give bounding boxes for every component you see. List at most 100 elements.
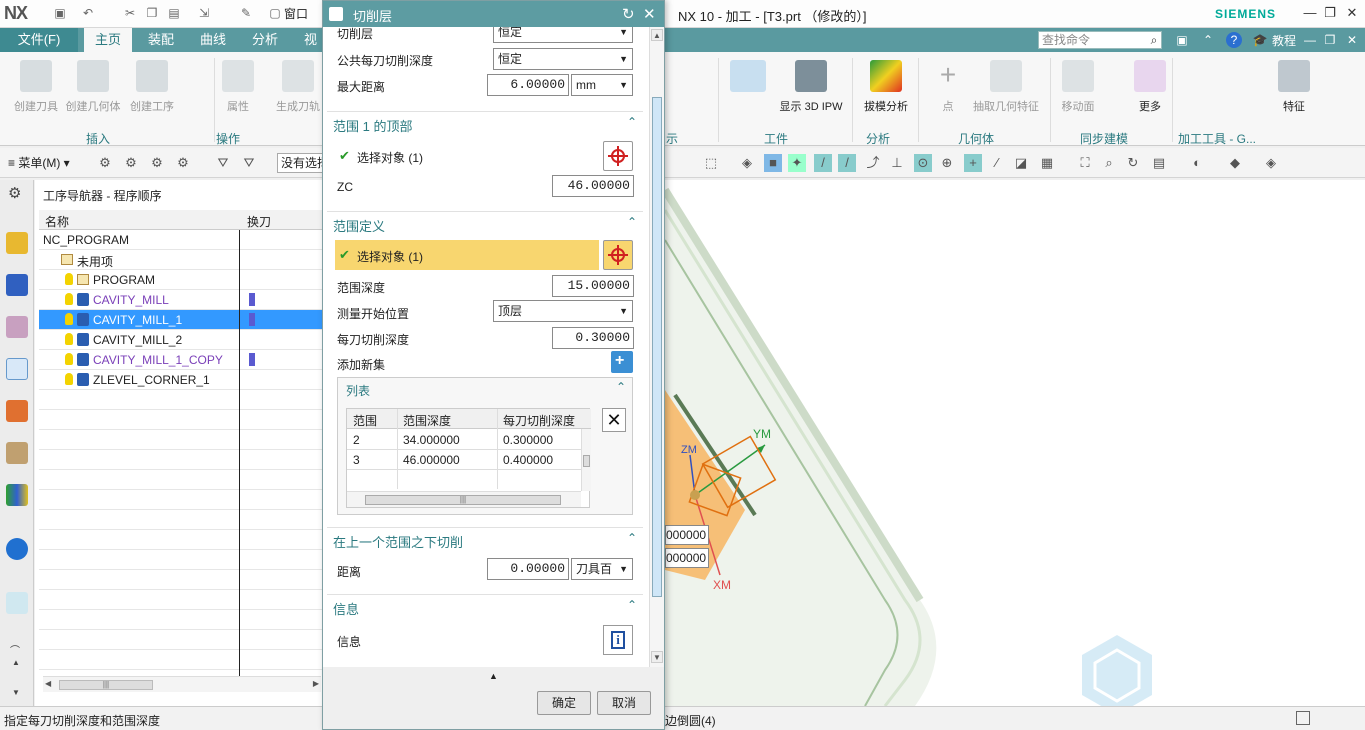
- max-distance-input[interactable]: 6.00000: [487, 74, 569, 96]
- fullscreen-icon[interactable]: [1296, 711, 1310, 725]
- graphics-viewport[interactable]: YM XM ZM 000000 000000: [665, 180, 1365, 706]
- machining-feature-icon[interactable]: [6, 442, 28, 464]
- cut-icon[interactable]: ✂: [122, 5, 138, 21]
- expand-more-icon[interactable]: ▲: [489, 671, 498, 681]
- info-icon[interactable]: [6, 538, 28, 560]
- line-icon[interactable]: /: [814, 154, 832, 172]
- properties-button[interactable]: 属性: [218, 60, 258, 114]
- filter-icon[interactable]: ⛛: [214, 154, 232, 172]
- draft-analysis-button[interactable]: 拔模分析: [860, 60, 912, 114]
- scroll-down-icon[interactable]: ▼: [651, 651, 663, 663]
- scroll-right-icon[interactable]: ▶: [313, 679, 319, 688]
- assembly-navigator-icon[interactable]: [6, 232, 28, 254]
- tree-row-operation[interactable]: CAVITY_MILL_2: [39, 330, 322, 350]
- create-operation-button[interactable]: 创建工序: [126, 60, 178, 114]
- table-horizontal-scrollbar[interactable]: |||: [347, 491, 581, 507]
- line-icon[interactable]: /: [838, 154, 856, 172]
- part-navigator-icon[interactable]: [6, 316, 28, 338]
- paste-icon[interactable]: ▤: [166, 5, 182, 21]
- command-search-input[interactable]: 查找命令: [1038, 31, 1162, 49]
- repeat-command-icon[interactable]: ⇲: [196, 5, 212, 21]
- tree-row-operation[interactable]: CAVITY_MILL_1_COPY: [39, 350, 322, 370]
- ribbon-close-icon[interactable]: ✕: [1344, 32, 1360, 48]
- feature-button[interactable]: 特征: [1276, 60, 1312, 114]
- scroll-up-icon[interactable]: ▲: [651, 29, 663, 41]
- selection-icon[interactable]: ⚙: [96, 154, 114, 172]
- web-browser-icon[interactable]: [6, 592, 28, 614]
- machine-tool-navigator-icon[interactable]: [6, 400, 28, 422]
- settings-gear-icon[interactable]: ⚙: [8, 184, 21, 202]
- help-icon[interactable]: ?: [1226, 32, 1242, 48]
- scroll-up-icon[interactable]: ▲: [12, 658, 20, 667]
- tree-row-program[interactable]: PROGRAM: [39, 270, 322, 290]
- dialog-vertical-scrollbar[interactable]: ▲ ▼: [649, 27, 664, 667]
- workpiece-tools[interactable]: [728, 60, 768, 98]
- collapse-icon[interactable]: ⌃: [616, 380, 626, 394]
- unit-dropdown[interactable]: mm ▼: [571, 74, 633, 96]
- render-style-icon[interactable]: ◐: [1188, 154, 1206, 172]
- collapse-ribbon-icon[interactable]: ⌃: [1200, 32, 1216, 48]
- reuse-library-icon[interactable]: [6, 484, 28, 506]
- scrollbar-thumb[interactable]: [652, 97, 662, 597]
- scroll-down-icon[interactable]: ▼: [12, 688, 20, 697]
- scroll-left-icon[interactable]: ◀: [45, 679, 51, 688]
- info-button[interactable]: i: [603, 625, 633, 655]
- move-face-button[interactable]: 移动面: [1058, 60, 1098, 114]
- curve-icon[interactable]: ⤴: [864, 154, 882, 172]
- coordinate-input[interactable]: 000000: [665, 548, 709, 568]
- selection-icon[interactable]: ⚙: [122, 154, 140, 172]
- extract-geometry-button[interactable]: 抽取几何特征: [968, 60, 1044, 114]
- box-icon[interactable]: ◈: [738, 154, 756, 172]
- touch-mode-icon[interactable]: ✎: [238, 5, 254, 21]
- tutorial-link[interactable]: 教程: [1272, 32, 1296, 49]
- tab-view[interactable]: 视: [296, 28, 325, 52]
- view-icon[interactable]: ▤: [1150, 154, 1168, 172]
- common-depth-dropdown[interactable]: 恒定 ▼: [493, 48, 633, 70]
- undo-icon[interactable]: ↶: [80, 5, 96, 21]
- close-button[interactable]: ✕: [1342, 5, 1362, 21]
- tree-row-unused[interactable]: 未用项: [39, 250, 322, 270]
- zoom-icon[interactable]: ⌕: [1100, 154, 1118, 172]
- full-screen-icon[interactable]: ▣: [1174, 32, 1190, 48]
- range-depth-input[interactable]: 15.00000: [552, 275, 634, 297]
- section-range-definition[interactable]: 范围定义 ⌃: [327, 211, 643, 235]
- tree-row-operation-selected[interactable]: CAVITY_MILL_1: [39, 310, 322, 330]
- fit-icon[interactable]: ⛶: [1076, 154, 1094, 172]
- quadrant-icon[interactable]: ⊕: [938, 154, 956, 172]
- distance-input[interactable]: 0.00000: [487, 558, 569, 580]
- tree-row-operation[interactable]: CAVITY_MILL: [39, 290, 322, 310]
- cancel-button[interactable]: 取消: [597, 691, 651, 715]
- select-object-button[interactable]: [603, 240, 633, 270]
- select-box-icon[interactable]: ⬚: [702, 154, 720, 172]
- table-vertical-scrollbar[interactable]: [581, 429, 591, 491]
- cross-icon[interactable]: +: [964, 154, 982, 172]
- coordinate-input[interactable]: 000000: [665, 525, 709, 545]
- face-icon[interactable]: ◪: [1012, 154, 1030, 172]
- create-geometry-button[interactable]: 创建几何体: [64, 60, 122, 114]
- ribbon-restore-icon[interactable]: ❐: [1322, 32, 1338, 48]
- zc-input[interactable]: 46.00000: [552, 175, 634, 197]
- minimize-button[interactable]: —: [1300, 5, 1320, 21]
- slash-icon[interactable]: ⁄: [988, 154, 1006, 172]
- ok-button[interactable]: 确定: [537, 691, 591, 715]
- select-object-row-active[interactable]: ✔ 选择对象 (1): [335, 240, 599, 270]
- section-range1-top[interactable]: 范围 1 的顶部 ⌃: [327, 111, 643, 135]
- header-per-cut-depth[interactable]: 每刀切削深度: [503, 412, 575, 429]
- snap-icon[interactable]: ✦: [788, 154, 806, 172]
- tree-row-operation[interactable]: ZLEVEL_CORNER_1: [39, 370, 322, 390]
- header-range-depth[interactable]: 范围深度: [403, 412, 451, 429]
- tab-analysis[interactable]: 分析: [244, 28, 286, 52]
- selection-icon[interactable]: ⚙: [174, 154, 192, 172]
- restore-button[interactable]: ❐: [1320, 5, 1340, 21]
- create-tool-button[interactable]: 创建刀具: [8, 60, 64, 114]
- section-info[interactable]: 信息 ⌃: [327, 594, 643, 618]
- column-name-header[interactable]: 名称: [45, 213, 69, 230]
- add-new-set-button[interactable]: +: [611, 351, 633, 373]
- copy-icon[interactable]: ❐: [144, 5, 160, 21]
- select-point-button[interactable]: [603, 141, 633, 171]
- filter-icon[interactable]: ⛛: [240, 154, 258, 172]
- selection-icon[interactable]: ⚙: [148, 154, 166, 172]
- scrollbar-thumb[interactable]: [583, 455, 590, 467]
- intersect-icon[interactable]: ⊥: [888, 154, 906, 172]
- dialog-close-icon[interactable]: ✕: [643, 5, 656, 23]
